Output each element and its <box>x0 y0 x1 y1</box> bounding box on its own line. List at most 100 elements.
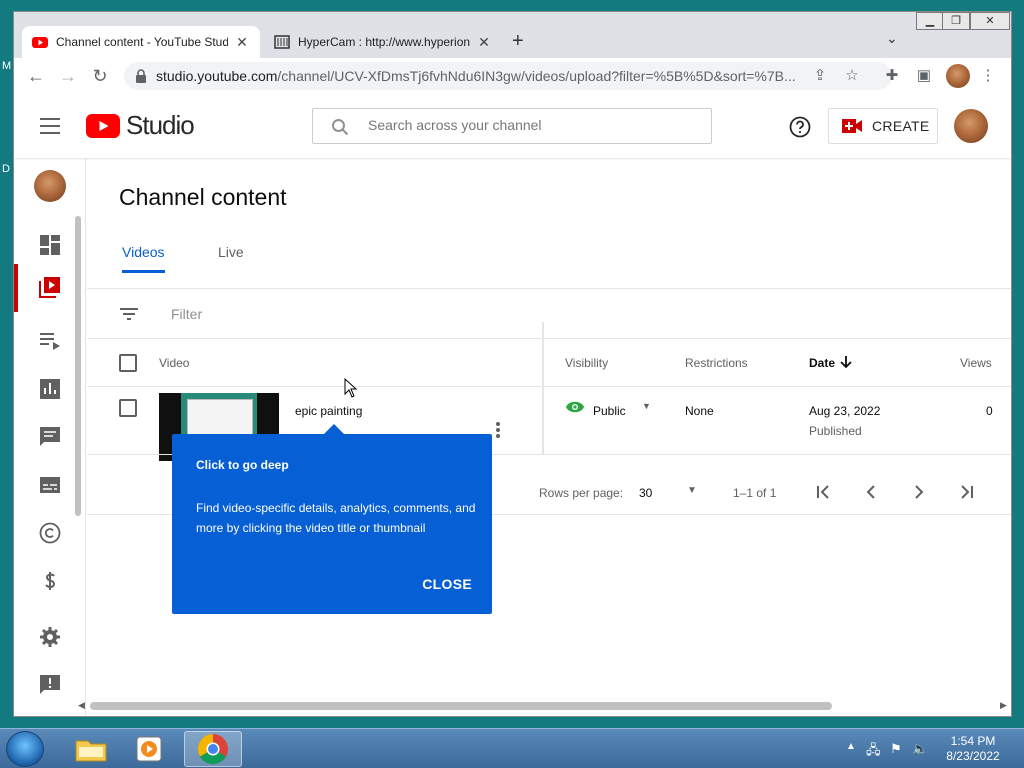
volume-icon[interactable]: 🔈 <box>912 741 928 757</box>
folder-icon <box>75 740 107 762</box>
side-panel-icon[interactable]: ▣ <box>914 66 934 86</box>
address-bar[interactable]: studio.youtube.com/channel/UCV-XfDmsTj6f… <box>124 62 892 90</box>
views-value: 0 <box>986 404 993 418</box>
visibility-value[interactable]: Public <box>593 404 626 418</box>
search-box[interactable] <box>312 108 712 144</box>
taskbar-chrome[interactable] <box>184 731 242 767</box>
tooltip-close-button[interactable]: CLOSE <box>422 576 472 592</box>
mouse-cursor-icon <box>344 378 358 398</box>
chevron-down-icon[interactable]: ▼ <box>687 485 697 496</box>
analytics-icon <box>40 379 60 399</box>
desktop-label: D <box>2 163 10 175</box>
browser-toolbar: ← → ↻ studio.youtube.com/channel/UCV-XfD… <box>14 58 1011 94</box>
visibility-dropdown-icon[interactable]: ▼ <box>642 401 651 411</box>
bookmark-star-icon[interactable]: ☆ <box>842 66 862 86</box>
divider <box>87 386 1011 387</box>
scroll-right-icon[interactable]: ▶ <box>1000 700 1007 711</box>
start-button[interactable] <box>6 731 44 767</box>
video-title[interactable]: epic painting <box>295 404 362 418</box>
channel-avatar[interactable] <box>34 170 66 202</box>
profile-avatar[interactable] <box>946 64 970 88</box>
video-camera-add-icon <box>842 119 862 133</box>
sidebar-item-feedback[interactable] <box>14 662 86 706</box>
content-icon <box>39 277 60 298</box>
back-icon[interactable]: ← <box>24 64 48 88</box>
search-icon <box>332 119 349 136</box>
sidebar-scrollbar[interactable] <box>75 216 81 516</box>
rows-per-page-select[interactable]: 30 <box>639 486 652 500</box>
clock-time: 1:54 PM <box>950 734 996 748</box>
dashboard-icon <box>40 235 60 255</box>
column-header-date[interactable]: Date <box>809 356 835 370</box>
page-icon <box>274 35 290 49</box>
browser-tab-hypercam[interactable]: HyperCam : http://www.hyperionics.com ✕ <box>264 26 502 58</box>
tab-videos[interactable]: Videos <box>122 244 165 273</box>
row-checkbox[interactable] <box>119 399 137 417</box>
onboarding-tooltip: Click to go deep Find video-specific det… <box>172 424 492 614</box>
subtitles-icon <box>40 477 60 493</box>
select-all-checkbox[interactable] <box>119 354 137 372</box>
url-host: studio.youtube.com <box>156 68 278 84</box>
menu-icon[interactable] <box>40 118 60 134</box>
reload-icon[interactable]: ↻ <box>88 64 112 88</box>
rows-per-page-label: Rows per page: <box>539 486 624 500</box>
playlist-icon <box>40 333 60 350</box>
minimize-button[interactable]: ▁ <box>916 12 944 30</box>
extensions-icon[interactable]: ✚ <box>882 66 902 86</box>
column-divider <box>542 322 544 454</box>
create-label: CREATE <box>872 118 930 134</box>
action-center-flag-icon[interactable]: ⚑ <box>890 741 902 757</box>
tray-expand-icon[interactable]: ▲ <box>846 741 856 752</box>
desktop-label: M <box>2 60 12 72</box>
account-avatar[interactable] <box>954 109 988 143</box>
filter-icon[interactable] <box>119 304 139 324</box>
filter-input[interactable]: Filter <box>171 306 202 322</box>
tab-live[interactable]: Live <box>218 244 244 260</box>
new-tab-button[interactable]: + <box>512 30 524 53</box>
tab-title: HyperCam : http://www.hyperionics.com <box>298 35 470 49</box>
comments-icon <box>40 427 60 446</box>
search-input[interactable] <box>368 117 698 133</box>
sort-down-icon[interactable] <box>839 355 853 369</box>
lock-icon <box>136 69 146 83</box>
horizontal-scrollbar[interactable] <box>90 702 832 710</box>
create-button[interactable]: CREATE <box>828 108 938 144</box>
network-icon[interactable]: 🖧 <box>866 741 881 763</box>
column-header-restrictions: Restrictions <box>685 356 748 370</box>
browser-menu-icon[interactable]: ⋮ <box>978 66 998 86</box>
forward-icon[interactable]: → <box>56 64 80 88</box>
column-header-video: Video <box>159 356 190 370</box>
first-page-icon[interactable] <box>811 480 835 504</box>
close-tab-icon[interactable]: ✕ <box>234 34 250 51</box>
next-page-icon[interactable] <box>907 480 931 504</box>
close-window-button[interactable]: ✕ <box>970 12 1010 30</box>
column-header-visibility: Visibility <box>565 356 609 370</box>
tooltip-body: Find video-specific details, analytics, … <box>196 501 476 535</box>
help-icon[interactable] <box>789 116 811 138</box>
gear-icon <box>40 627 60 647</box>
studio-logo-text: Studio <box>126 110 195 140</box>
sidebar-item-earn[interactable] <box>14 558 86 602</box>
url-text: studio.youtube.com/channel/UCV-XfDmsTj6f… <box>156 68 806 84</box>
last-page-icon[interactable] <box>955 480 979 504</box>
browser-tab-youtube-studio[interactable]: Channel content - YouTube Studio ✕ <box>22 26 260 58</box>
more-options-icon[interactable] <box>496 422 500 440</box>
studio-header: Studio CREATE <box>14 94 1011 158</box>
divider <box>87 338 1011 339</box>
share-icon[interactable]: ⇪ <box>810 66 830 86</box>
sidebar-item-settings[interactable] <box>14 614 86 658</box>
system-clock[interactable]: 1:54 PM 8/23/2022 <box>938 734 1008 764</box>
youtube-logo-icon[interactable] <box>86 114 120 138</box>
previous-page-icon[interactable] <box>859 480 883 504</box>
taskbar-media-player[interactable] <box>122 731 180 767</box>
sidebar-item-copyright[interactable] <box>14 510 86 554</box>
youtube-studio-page: Studio CREATE <box>14 94 1011 716</box>
scroll-left-icon[interactable]: ◀ <box>78 700 85 711</box>
taskbar-explorer[interactable] <box>62 731 120 767</box>
tab-search-icon[interactable]: ⌄ <box>886 30 898 47</box>
close-tab-icon[interactable]: ✕ <box>476 34 492 51</box>
chrome-icon <box>197 734 228 765</box>
tab-title: Channel content - YouTube Studio <box>56 35 228 49</box>
media-player-icon <box>136 736 162 762</box>
restore-button[interactable]: ❐ <box>942 12 970 30</box>
